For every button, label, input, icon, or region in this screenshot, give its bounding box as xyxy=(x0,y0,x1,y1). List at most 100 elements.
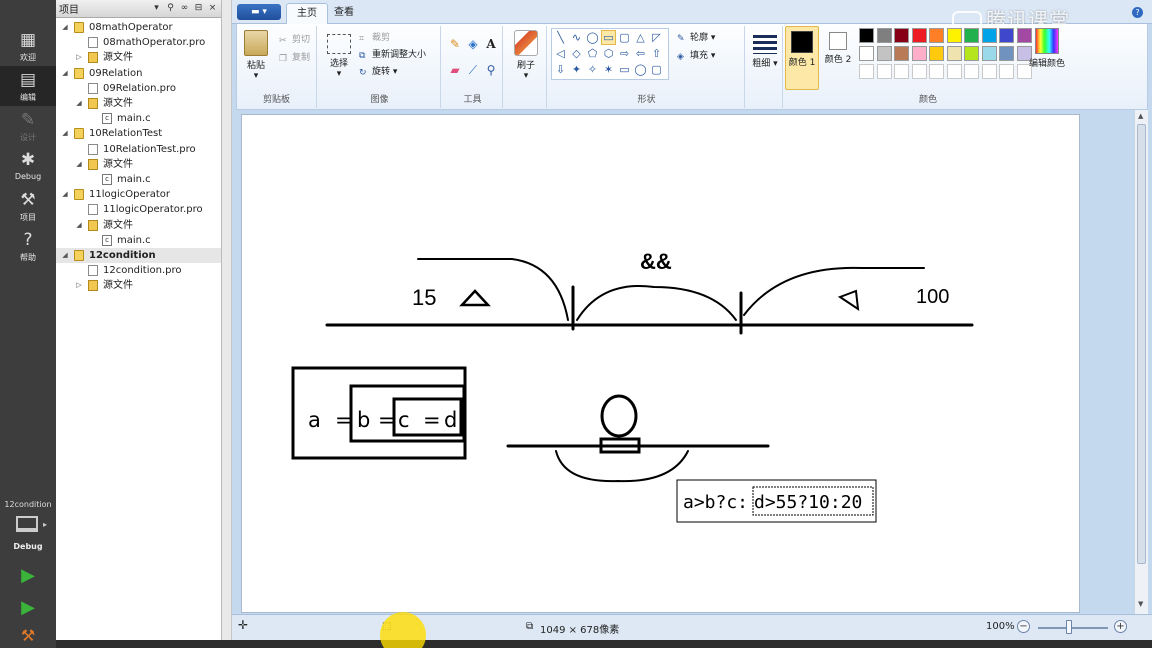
tab-view[interactable]: 查看 xyxy=(324,3,364,24)
filter-icon[interactable]: ⚲ xyxy=(165,3,176,14)
color-swatch[interactable] xyxy=(929,46,944,61)
expanded-arrow-icon[interactable]: ◢ xyxy=(60,66,70,81)
scroll-up-icon[interactable]: ▲ xyxy=(1138,112,1143,120)
mode-projects[interactable]: ⚒ 项目 xyxy=(0,186,56,226)
hammer-icon[interactable]: ⚒ xyxy=(18,626,38,646)
tree-item[interactable]: ▷ 源文件 xyxy=(56,50,221,65)
collapsed-arrow-icon[interactable]: ▷ xyxy=(74,50,84,65)
color-swatch[interactable] xyxy=(964,28,979,43)
rotate-button[interactable]: ↻ 旋转 ▾ xyxy=(359,64,397,78)
tree-item[interactable]: 08mathOperator.pro xyxy=(56,35,221,50)
expanded-arrow-icon[interactable]: ◢ xyxy=(60,187,70,202)
shape-callout-cloud-icon[interactable]: ▢ xyxy=(650,63,663,76)
tree-item[interactable]: ◢ 09Relation xyxy=(56,66,221,81)
text-tool-icon[interactable]: A xyxy=(483,36,499,52)
color-swatch[interactable] xyxy=(946,46,962,61)
select-button[interactable]: 选择 ▾ xyxy=(323,30,355,79)
tree-item[interactable]: c main.c xyxy=(56,233,221,248)
tree-item[interactable]: ◢ 10RelationTest xyxy=(56,126,221,141)
color-swatch[interactable] xyxy=(999,64,1014,79)
shape-callout-rect-icon[interactable]: ▭ xyxy=(618,63,631,76)
tree-item[interactable]: ◢ 11logicOperator xyxy=(56,187,221,202)
fill-bucket-icon[interactable]: ◈ xyxy=(465,36,481,52)
color-swatch[interactable] xyxy=(946,64,962,79)
copy-button[interactable]: ❐ 复制 xyxy=(279,50,310,64)
size-button[interactable]: 粗细 ▾ xyxy=(749,30,781,69)
shape-left-arrow-icon[interactable]: ⇦ xyxy=(634,47,647,60)
color2-button[interactable]: 颜色 2 xyxy=(821,26,855,90)
outline-button[interactable]: ✎ 轮廓 ▾ xyxy=(677,30,715,44)
shape-down-arrow-icon[interactable]: ⇩ xyxy=(554,63,567,76)
shape-right-triangle-icon[interactable]: ◸ xyxy=(650,31,663,44)
shape-curve-icon[interactable]: ∿ xyxy=(570,31,583,44)
paste-button[interactable]: 粘贴 ▾ xyxy=(241,30,271,81)
color-swatch[interactable] xyxy=(981,46,997,61)
shape-oval-icon[interactable]: ◯ xyxy=(586,31,599,44)
mode-help[interactable]: ? 帮助 xyxy=(0,226,56,266)
color-swatch[interactable] xyxy=(911,46,927,61)
color-swatch[interactable] xyxy=(999,28,1014,43)
monitor-icon[interactable] xyxy=(16,516,38,532)
shape-up-arrow-icon[interactable]: ⇧ xyxy=(650,47,663,60)
tree-item[interactable]: ◢ 源文件 xyxy=(56,157,221,172)
tree-item[interactable]: 11logicOperator.pro xyxy=(56,202,221,217)
tab-home[interactable]: 主页 xyxy=(286,3,328,24)
crop-button[interactable]: ⌗ 裁剪 xyxy=(359,30,390,44)
shape-rectangle-icon[interactable]: ▭ xyxy=(601,30,616,45)
color-swatch[interactable] xyxy=(876,64,892,79)
close-icon[interactable]: × xyxy=(207,3,218,14)
chevron-right-icon[interactable]: ▸ xyxy=(43,520,47,529)
shape-callout-oval-icon[interactable]: ◯ xyxy=(634,63,647,76)
panel-splitter[interactable] xyxy=(222,0,232,640)
paint-menu-button[interactable]: ▬ ▾ xyxy=(237,4,281,20)
color-swatch[interactable] xyxy=(859,64,874,79)
color-swatch[interactable] xyxy=(929,64,944,79)
tree-item[interactable]: 09Relation.pro xyxy=(56,81,221,96)
run-icon[interactable]: ▶ xyxy=(18,566,38,586)
color-swatch[interactable] xyxy=(999,46,1014,61)
color-swatch[interactable] xyxy=(981,28,997,43)
tree-item[interactable]: 12condition.pro xyxy=(56,263,221,278)
color-swatch[interactable] xyxy=(859,28,874,43)
shape-right-arrow-icon[interactable]: ⇨ xyxy=(618,47,631,60)
expanded-arrow-icon[interactable]: ◢ xyxy=(60,248,70,263)
shape-pentagon-icon[interactable]: ⬠ xyxy=(586,47,599,60)
shape-polygon-icon[interactable]: ◁ xyxy=(554,47,567,60)
tree-item[interactable]: ◢ 源文件 xyxy=(56,218,221,233)
collapsed-arrow-icon[interactable]: ▷ xyxy=(74,278,84,293)
mode-edit[interactable]: ▤ 编辑 xyxy=(0,66,56,106)
scroll-down-icon[interactable]: ▼ xyxy=(1138,600,1143,608)
shape-star6-icon[interactable]: ✶ xyxy=(602,63,615,76)
color-swatch[interactable] xyxy=(929,28,944,43)
mode-welcome[interactable]: ▦ 欢迎 xyxy=(0,26,56,66)
shape-rounded-rect-icon[interactable]: ▢ xyxy=(618,31,631,44)
tree-item[interactable]: 10RelationTest.pro xyxy=(56,142,221,157)
tree-item[interactable]: c main.c xyxy=(56,172,221,187)
mode-debug[interactable]: ✱ Debug xyxy=(0,146,56,186)
expanded-arrow-icon[interactable]: ◢ xyxy=(60,126,70,141)
color-swatch[interactable] xyxy=(876,46,892,61)
vertical-scrollbar[interactable]: ▲ ▼ xyxy=(1134,110,1148,614)
color-swatch[interactable] xyxy=(981,64,997,79)
shape-diamond-icon[interactable]: ◇ xyxy=(570,47,583,60)
pencil-icon[interactable]: ✎ xyxy=(447,36,463,52)
scroll-thumb[interactable] xyxy=(1137,124,1146,564)
color-swatch[interactable] xyxy=(911,28,927,43)
expanded-arrow-icon[interactable]: ◢ xyxy=(74,96,84,111)
shape-triangle-icon[interactable]: △ xyxy=(634,31,647,44)
zoom-out-icon[interactable]: − xyxy=(1017,620,1030,633)
cut-button[interactable]: ✂ 剪切 xyxy=(279,32,310,46)
tree-item[interactable]: ◢ 12condition xyxy=(56,248,221,263)
split-icon[interactable]: ⊟ xyxy=(193,3,204,14)
tree-item[interactable]: ◢ 08mathOperator xyxy=(56,20,221,35)
shape-star5-icon[interactable]: ✧ xyxy=(586,63,599,76)
edit-colors-button[interactable]: 编辑颜色 xyxy=(1025,28,1069,69)
link-icon[interactable]: ∞ xyxy=(179,3,190,14)
color-swatch[interactable] xyxy=(859,46,874,61)
fill-button[interactable]: ◈ 填充 ▾ xyxy=(677,48,715,62)
tree-item[interactable]: ◢ 源文件 xyxy=(56,96,221,111)
color-swatch[interactable] xyxy=(964,46,979,61)
drawing-canvas[interactable]: 15 && 100 a = b = c = d a>b?c: d>55?10:2… xyxy=(241,114,1080,613)
color-picker-icon[interactable]: ⟋ xyxy=(465,62,481,78)
zoom-slider[interactable] xyxy=(1038,627,1108,629)
